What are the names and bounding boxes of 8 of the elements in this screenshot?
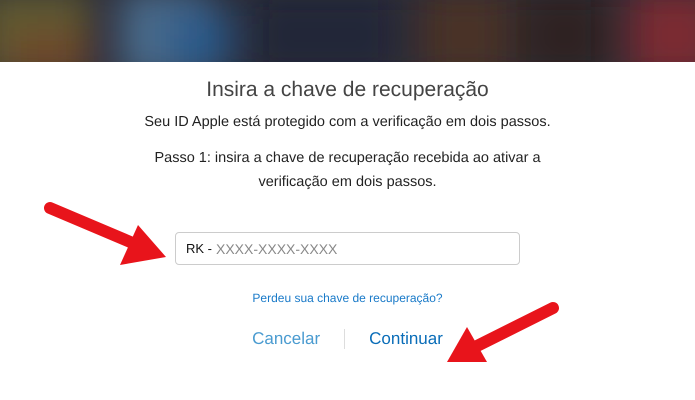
- continue-button[interactable]: Continuar: [367, 325, 445, 353]
- instruction-text: Passo 1: insira a chave de recuperação recebida ao ativar a verificação em dois passos.: [153, 149, 542, 192]
- recovery-key-field[interactable]: RK - XXXX-XXXX-XXXX: [175, 232, 520, 265]
- lost-key-link[interactable]: Perdeu sua chave de recuperação?: [252, 291, 443, 305]
- key-prefix: RK -: [186, 241, 212, 256]
- page-title: Insira a chave de recuperação: [206, 78, 489, 102]
- subtitle: Seu ID Apple está protegido com a verificação em dois passos.: [144, 114, 551, 130]
- cancel-button[interactable]: Cancelar: [250, 325, 322, 353]
